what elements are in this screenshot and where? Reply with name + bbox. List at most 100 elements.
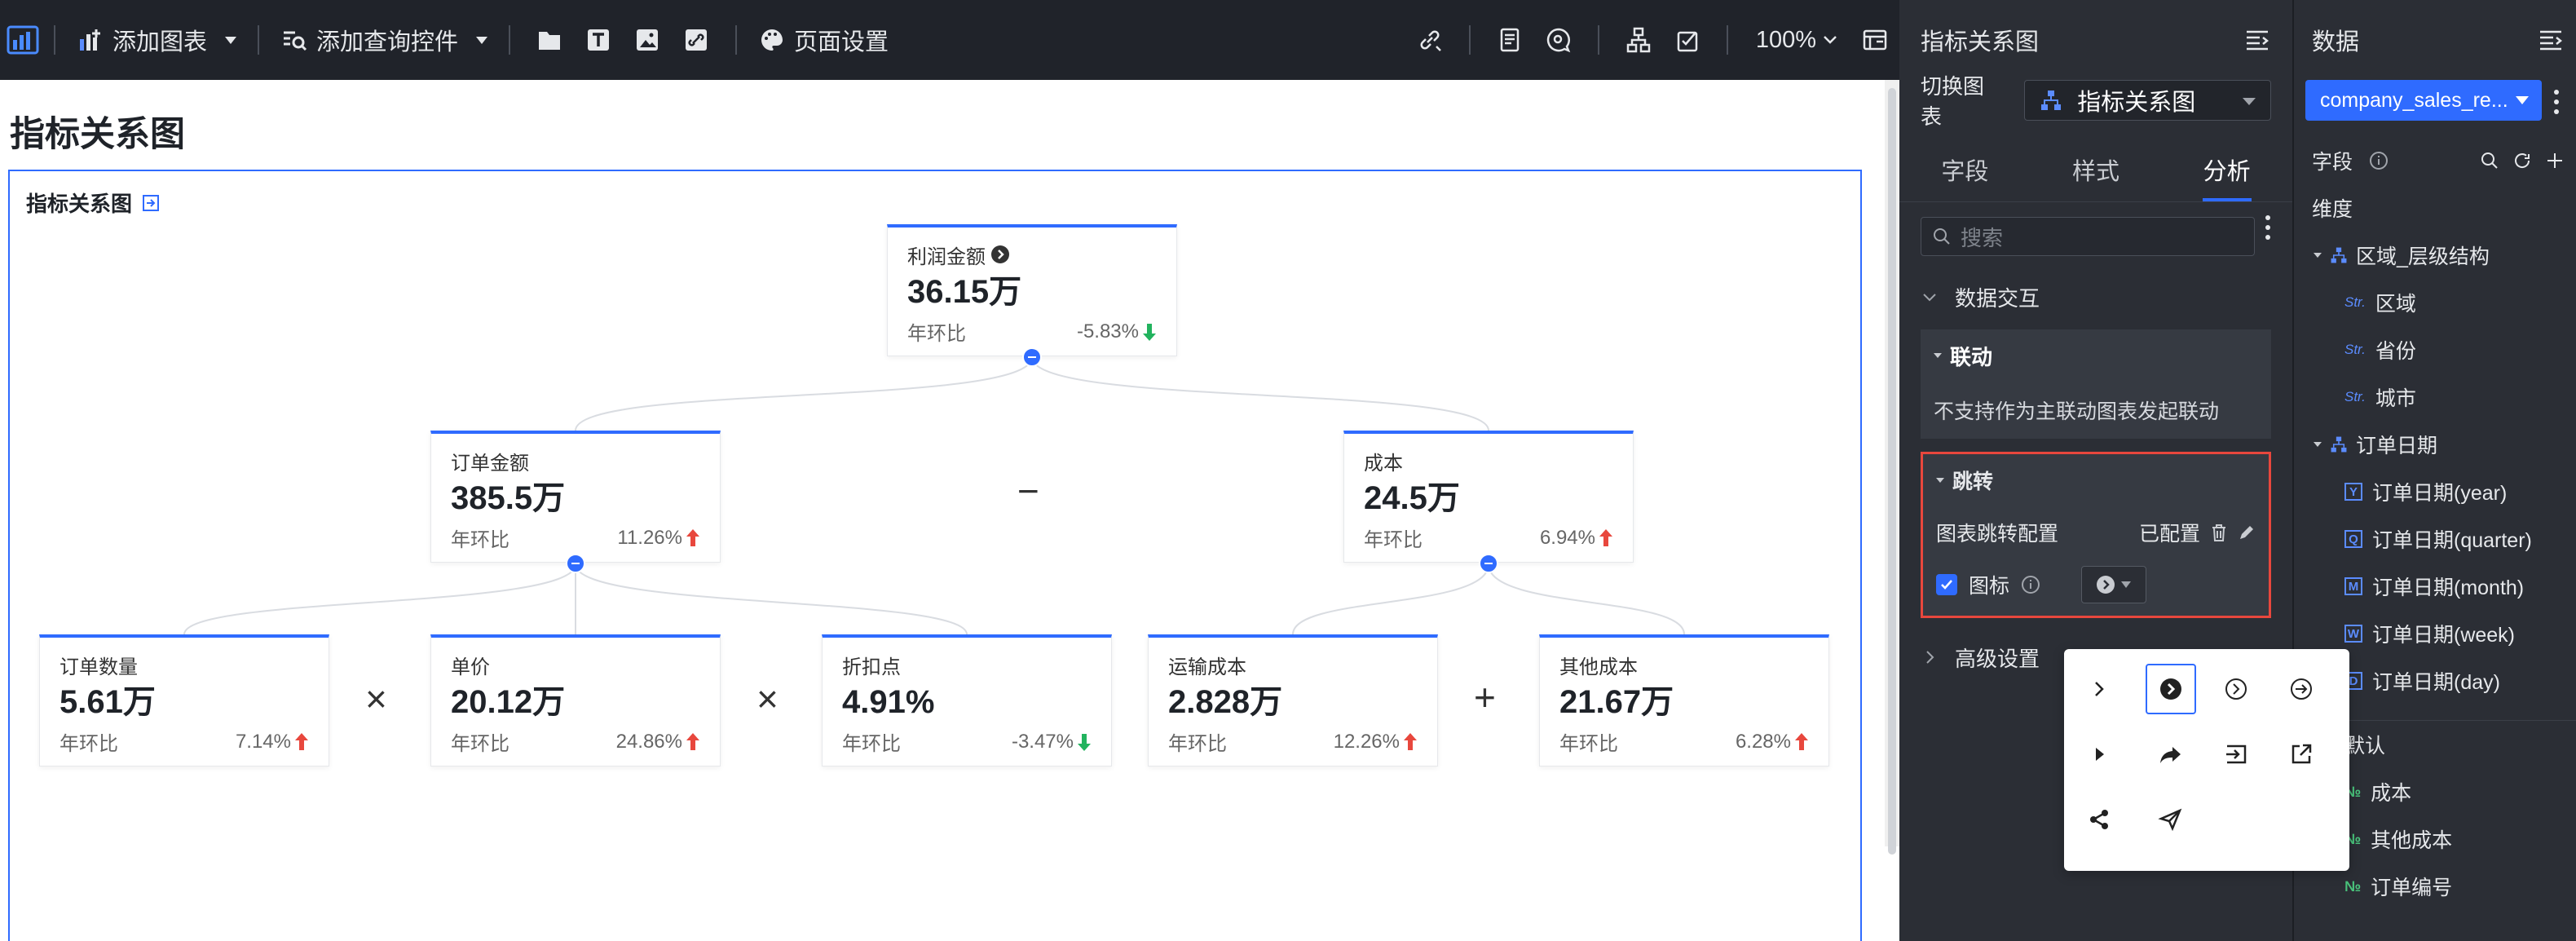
tree-node-region-hierarchy[interactable]: 区域_层级结构	[2294, 232, 2576, 279]
collapse-panel-icon[interactable]	[2537, 26, 2565, 54]
collapse-node-button[interactable]	[1479, 554, 1498, 573]
metric-card-profit[interactable]: 利润金额 36.15万 年环比 -5.83%	[887, 224, 1177, 356]
add-icon[interactable]	[2545, 151, 2565, 170]
metric-change: 12.26%	[1334, 731, 1418, 753]
field-name: 城市	[2375, 387, 2416, 410]
icon-checkbox[interactable]	[1936, 574, 1957, 595]
field-name: 成本	[2371, 782, 2412, 805]
search-icon[interactable]	[2480, 151, 2499, 170]
metric-card-order-amount[interactable]: 订单金额 385.5万 年环比 11.26%	[430, 431, 721, 563]
icon-option-send[interactable]	[2146, 794, 2196, 845]
metric-change: -5.83%	[1077, 320, 1157, 343]
metric-value: 5.61万	[60, 684, 156, 720]
trash-icon[interactable]	[2210, 523, 2228, 542]
metric-change-value: -3.47%	[1011, 730, 1074, 753]
switch-chart-row: 切换图表 指标关系图	[1899, 74, 2292, 129]
field-item-city[interactable]: Str. 城市	[2294, 373, 2576, 421]
jump-config-row: 图表跳转配置 已配置	[1936, 506, 2256, 559]
tab-fields[interactable]: 字段	[1899, 137, 2031, 201]
more-vertical-icon[interactable]	[2265, 214, 2271, 241]
field-name: 订单日期(week)	[2372, 624, 2516, 647]
metric-change: 11.26%	[617, 527, 700, 550]
date-week-icon: W	[2344, 625, 2362, 643]
icon-row: 图标	[1936, 559, 2256, 611]
collapse-panel-icon[interactable]	[2243, 26, 2271, 54]
linkage-title[interactable]: 联动	[1934, 329, 2258, 382]
icon-option-circle-right-arrow[interactable]	[2276, 664, 2327, 714]
dataset-select[interactable]: company_sales_re...	[2305, 80, 2542, 121]
field-item-date-year[interactable]: Y 订单日期(year)	[2294, 468, 2576, 515]
metric-name: 订单金额	[451, 452, 529, 475]
metric-value: 24.5万	[1364, 480, 1460, 516]
tab-style[interactable]: 样式	[2031, 137, 2162, 201]
icon-option-enter[interactable]	[2211, 729, 2261, 780]
icon-option-chevron-right[interactable]	[2074, 664, 2124, 714]
jump-section: 跳转 图表跳转配置 已配置 图标	[1921, 452, 2271, 618]
caret-right-icon	[2096, 748, 2104, 761]
icon-style-select[interactable]	[2081, 566, 2147, 603]
more-vertical-icon[interactable]	[2553, 88, 2560, 116]
metric-card-unit-price[interactable]: 单价 20.12万 年环比 24.86%	[430, 634, 721, 766]
operator-minus: −	[1017, 470, 1039, 512]
metric-card-discount[interactable]: 折扣点 4.91% 年环比 -3.47%	[822, 634, 1112, 766]
jump-title[interactable]: 跳转	[1936, 454, 2256, 506]
tab-analysis[interactable]: 分析	[2161, 137, 2292, 201]
string-type-icon: Str.	[2344, 294, 2366, 310]
metric-change-value: 7.14%	[235, 730, 291, 753]
field-name: 其他成本	[2371, 829, 2453, 852]
arrow-up-icon	[1795, 732, 1808, 750]
icon-picker-popover	[2064, 649, 2349, 871]
metric-change: 6.94%	[1540, 527, 1613, 550]
icon-option-caret-right[interactable]	[2074, 729, 2124, 780]
switch-chart-select[interactable]: 指标关系图	[2024, 80, 2271, 121]
metric-card-cost[interactable]: 成本 24.5万 年环比 6.94%	[1343, 431, 1634, 563]
metric-name: 单价	[451, 656, 490, 678]
field-name: 订单日期(day)	[2372, 671, 2500, 694]
refresh-icon[interactable]	[2512, 151, 2532, 170]
edit-icon[interactable]	[2238, 524, 2256, 541]
arrow-up-icon	[1404, 732, 1417, 750]
metric-card-order-qty[interactable]: 订单数量 5.61万 年环比 7.14%	[39, 634, 329, 766]
collapse-node-button[interactable]	[566, 554, 585, 573]
hierarchy-icon	[2331, 247, 2347, 263]
arrow-up-icon	[1599, 528, 1612, 546]
icon-option-external-link[interactable]	[2276, 729, 2327, 780]
config-search-input[interactable]: 搜索	[1921, 217, 2255, 256]
field-name: 订单日期(year)	[2372, 482, 2508, 505]
icon-option-forward[interactable]	[2146, 729, 2196, 780]
icon-option-share[interactable]	[2074, 794, 2124, 845]
icon-option-filled-circle-arrow[interactable]	[2146, 664, 2196, 714]
field-item-region[interactable]: Str. 区域	[2294, 279, 2576, 326]
field-item-province[interactable]: Str. 省份	[2294, 326, 2576, 373]
send-icon	[2158, 808, 2182, 832]
string-type-icon: Str.	[2344, 342, 2366, 357]
tree-node-order-date[interactable]: 订单日期	[2294, 421, 2576, 468]
collapse-node-button[interactable]	[1022, 347, 1042, 367]
date-year-icon: Y	[2344, 483, 2362, 501]
fields-header: 字段	[2294, 137, 2576, 184]
outline-circle-arrow-icon	[2225, 678, 2247, 700]
caret-down-icon	[2121, 581, 2132, 588]
field-item-date-quarter[interactable]: Q 订单日期(quarter)	[2294, 515, 2576, 563]
icon-option-outline-circle-arrow[interactable]	[2211, 664, 2261, 714]
dimension-group-label: 维度	[2312, 198, 2353, 221]
info-icon[interactable]	[2021, 575, 2040, 594]
metric-change-value: 12.26%	[1333, 730, 1400, 753]
section-data-interaction[interactable]: 数据交互	[1899, 264, 2292, 329]
metric-compare-label: 年环比	[907, 323, 966, 345]
chevron-right-icon	[2095, 682, 2104, 696]
check-icon	[1941, 580, 1952, 590]
jump-config-label: 图表跳转配置	[1936, 523, 2059, 546]
metric-name: 运输成本	[1168, 656, 1246, 678]
metric-value: 20.12万	[451, 684, 566, 720]
string-type-icon: Str.	[2344, 389, 2366, 404]
external-link-icon	[2291, 744, 2312, 764]
metric-value: 385.5万	[451, 480, 566, 516]
metric-compare-label: 年环比	[1364, 529, 1423, 551]
arrow-down-icon	[1078, 733, 1091, 751]
metric-card-shipping-cost[interactable]: 运输成本 2.828万 年环比 12.26%	[1148, 634, 1438, 766]
field-item-date-month[interactable]: M 订单日期(month)	[2294, 563, 2576, 610]
info-icon[interactable]	[2369, 151, 2389, 170]
metric-card-other-cost[interactable]: 其他成本 21.67万 年环比 6.28%	[1539, 634, 1829, 766]
jump-circle-icon[interactable]	[990, 245, 1010, 264]
